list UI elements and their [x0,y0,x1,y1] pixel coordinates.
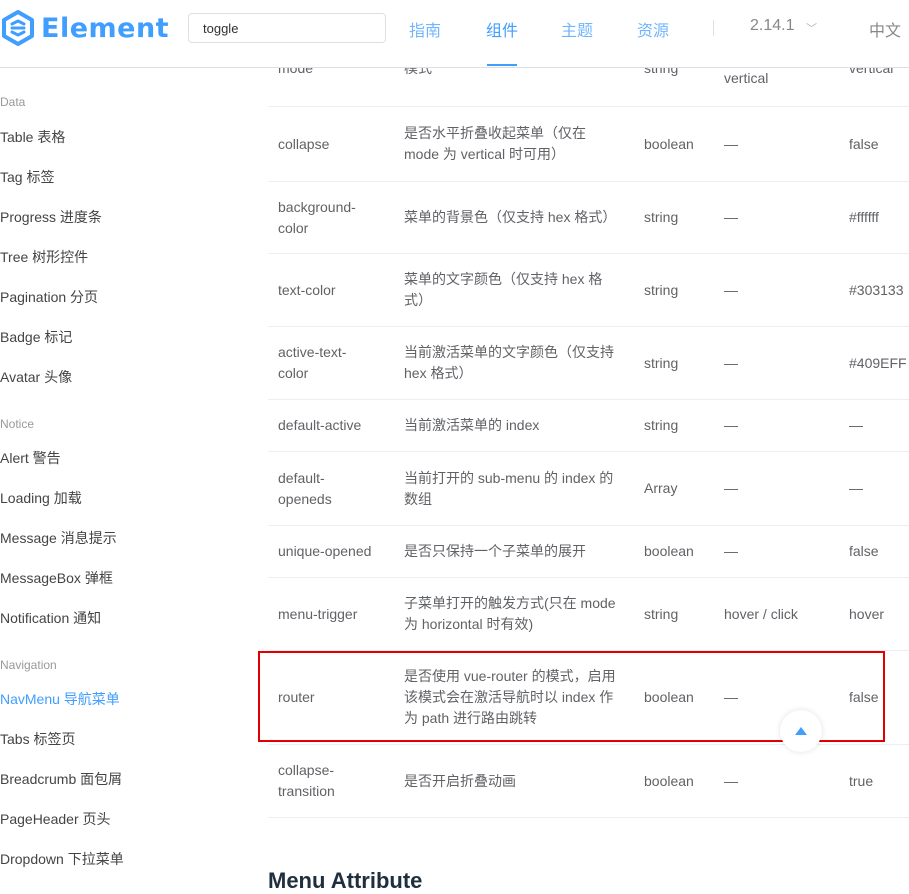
active-nav-indicator [487,64,517,66]
attr-default: — [849,480,863,496]
nav-guide[interactable]: 指南 [409,17,441,41]
table-row: unique-opened 是否只保持一个子菜单的展开 boolean — fa… [268,526,909,578]
sidebar-item-notification[interactable]: Notification 通知 [0,608,101,628]
attr-default: hover [849,605,885,622]
language-selector[interactable]: 中文 [869,17,901,41]
nav-divider [713,20,714,36]
attr-description: 当前激活菜单的 index [404,417,540,433]
section-heading: Menu Attribute [268,868,423,893]
attr-description: 子菜单打开的触发方式(只在 mode 为 horizontal 时有效) [404,595,616,632]
attr-options: — [724,417,738,433]
search-input[interactable] [188,13,386,43]
table-row: collapse-transition 是否开启折叠动画 boolean — t… [268,745,909,818]
nav-component[interactable]: 组件 [486,17,518,41]
attr-options: — [724,543,738,559]
sidebar-item-tag[interactable]: Tag 标签 [0,167,54,187]
sidebar-group-notice: Notice [0,417,35,431]
sidebar-item-pagination[interactable]: Pagination 分页 [0,287,98,307]
attr-options: — [724,480,738,496]
attr-default: #303133 [849,281,904,298]
table-row: menu-trigger 子菜单打开的触发方式(只在 mode 为 horizo… [268,578,909,651]
attr-type: Array [644,480,678,496]
nav-resource[interactable]: 资源 [637,17,669,41]
attr-default: true [849,772,874,789]
attr-name: unique-opened [278,543,372,559]
attr-description: 是否开启折叠动画 [404,772,516,789]
sidebar-item-message[interactable]: Message 消息提示 [0,528,117,548]
back-to-top-button[interactable] [780,710,822,752]
attr-options: — [724,209,738,225]
attr-default: false [849,135,879,152]
sidebar-group-data: Data [0,95,26,109]
attr-name: active-text-color [278,344,347,381]
attr-type: boolean [644,135,694,152]
table-row: background-color 菜单的背景色（仅支持 hex 格式） stri… [268,182,909,254]
attr-type: string [644,209,679,225]
attr-description: 是否只保持一个子菜单的展开 [404,543,586,559]
attr-type: boolean [644,772,694,789]
attr-default: #409EFF [849,354,907,371]
attr-name: menu-trigger [278,605,358,622]
attr-name: default-openeds [278,469,332,507]
attr-description: 菜单的文字颜色（仅支持 hex 格式） [404,271,603,308]
sidebar-item-breadcrumb[interactable]: Breadcrumb 面包屑 [0,769,122,789]
attr-type: string [644,354,679,371]
table-row: collapse 是否水平折叠收起菜单（仅在 mode 为 vertical 时… [268,107,909,182]
sidebar: Data Table 表格 Tag 标签 Progress 进度条 Tree 树… [0,67,240,878]
sidebar-item-table[interactable]: Table 表格 [0,127,65,147]
sidebar-item-progress[interactable]: Progress 进度条 [0,207,102,227]
logo-text: Element [41,12,170,44]
table-row: default-active 当前激活菜单的 index string — — [268,400,909,452]
attr-default: — [849,417,863,433]
chevron-down-icon[interactable]: ﹀ [806,20,817,36]
sidebar-item-pageheader[interactable]: PageHeader 页头 [0,809,111,829]
attr-description: 菜单的背景色（仅支持 hex 格式） [404,209,617,225]
caret-up-icon [795,727,807,735]
attr-name: text-color [278,281,336,298]
sidebar-item-alert[interactable]: Alert 警告 [0,448,61,468]
sidebar-item-dropdown[interactable]: Dropdown 下拉菜单 [0,849,124,869]
attr-description: 当前激活菜单的文字颜色（仅支持 hex 格式） [404,344,614,381]
attr-type: string [644,281,679,298]
sidebar-item-messagebox[interactable]: MessageBox 弹框 [0,568,113,588]
top-header: Element 指南 组件 主题 资源 2.14.1 ﹀ 中文 [0,0,909,68]
table-row: default-openeds 当前打开的 sub-menu 的 index 的… [268,452,909,526]
attr-options: — [724,772,738,789]
attr-default: false [849,543,879,559]
sidebar-item-badge[interactable]: Badge 标记 [0,327,72,347]
sidebar-item-loading[interactable]: Loading 加载 [0,488,82,508]
table-row: active-text-color 当前激活菜单的文字颜色（仅支持 hex 格式… [268,327,909,400]
hexagon-logo-icon [2,10,34,46]
version-selector[interactable]: 2.14.1 [750,17,794,35]
attr-name: default-active [278,417,362,433]
sidebar-group-navigation: Navigation [0,658,57,672]
attr-name: collapse-transition [278,762,335,799]
attr-description: 当前打开的 sub-menu 的 index 的数组 [404,469,614,507]
attr-type: string [644,417,679,433]
attr-options: — [724,354,738,371]
attr-options: — [724,135,738,152]
attr-options: — [724,281,738,298]
attr-type: string [644,605,679,622]
attr-options: hover / click [724,605,798,622]
attr-description: 是否水平折叠收起菜单（仅在 mode 为 vertical 时可用） [404,125,586,162]
sidebar-item-tabs[interactable]: Tabs 标签页 [0,729,75,749]
sidebar-item-avatar[interactable]: Avatar 头像 [0,367,72,387]
attr-type: boolean [644,543,694,559]
sidebar-item-tree[interactable]: Tree 树形控件 [0,247,88,267]
attr-name: collapse [278,135,330,152]
attr-default: #ffffff [849,209,879,225]
nav-theme[interactable]: 主题 [561,17,593,41]
sidebar-item-navmenu[interactable]: NavMenu 导航菜单 [0,689,120,709]
attr-name: background-color [278,198,356,236]
element-logo[interactable]: Element [0,10,169,46]
table-row: text-color 菜单的文字颜色（仅支持 hex 格式） string — … [268,254,909,327]
